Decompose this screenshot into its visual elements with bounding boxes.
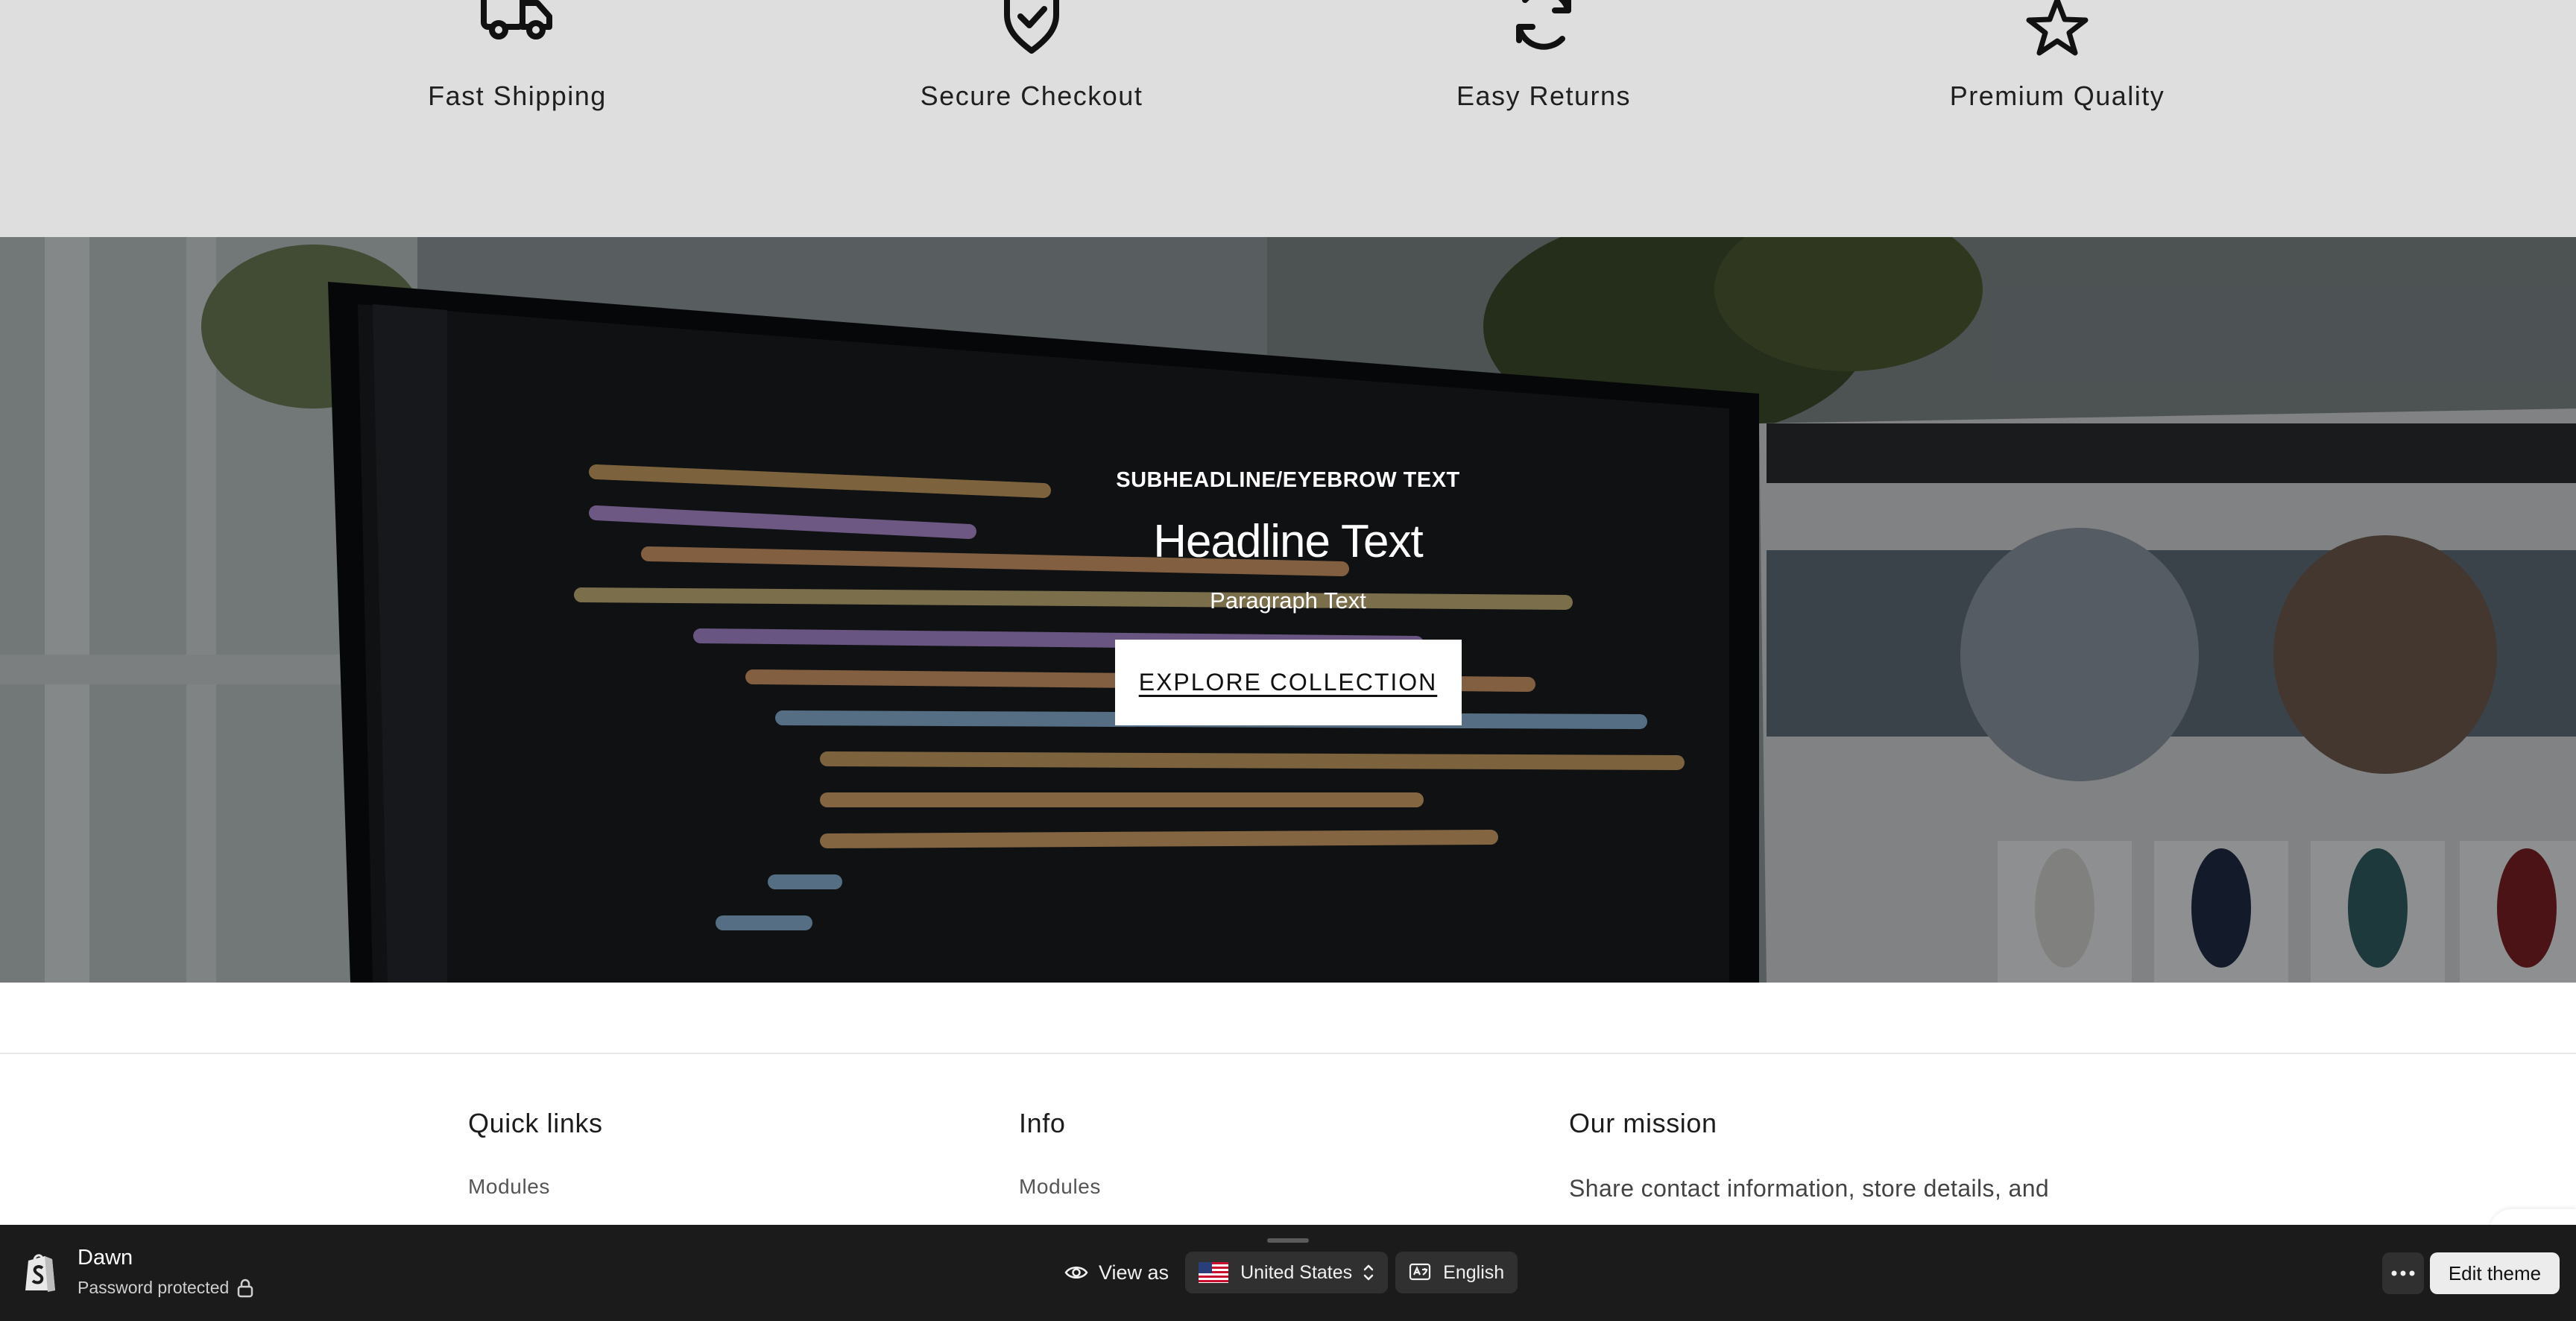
store-info: Dawn Password protected [22, 1246, 254, 1298]
chevron-updown-icon [1363, 1264, 1374, 1281]
hero-banner: SUBHEADLINE/EYEBROW TEXT Headline Text P… [0, 237, 2576, 983]
eye-icon [1064, 1267, 1088, 1279]
view-as-label: View as [1099, 1261, 1169, 1284]
hero-paragraph: Paragraph Text [1210, 587, 1366, 614]
edit-theme-button[interactable]: Edit theme [2430, 1252, 2560, 1294]
footer-quick-links: Quick links Modules [468, 1108, 603, 1199]
footer: Quick links Modules Info Modules Our mis… [0, 983, 2576, 1225]
lock-icon [238, 1279, 253, 1297]
translate-icon [1409, 1263, 1431, 1281]
footer-mission: Our mission Share contact information, s… [1569, 1108, 2049, 1202]
feature-label: Secure Checkout [920, 81, 1143, 111]
shopify-logo-icon [25, 1254, 55, 1292]
language-label: English [1443, 1261, 1505, 1283]
feature-label: Premium Quality [1949, 81, 2165, 111]
mission-text: Share contact information, store details… [1569, 1175, 2050, 1202]
language-selector[interactable]: English [1395, 1252, 1518, 1293]
store-name: Dawn [78, 1246, 133, 1270]
refresh-icon [1516, 0, 1571, 50]
features-strip: Fast Shipping Secure Checkout Easy Retur… [0, 0, 2576, 237]
footer-heading: Our mission [1569, 1108, 1717, 1138]
hero-headline: Headline Text [1153, 516, 1424, 567]
footer-heading: Info [1019, 1108, 1066, 1138]
feature-label: Easy Returns [1456, 81, 1632, 111]
footer-link-modules[interactable]: Modules [468, 1175, 603, 1199]
status-text: Password protected [78, 1278, 230, 1297]
footer-divider [0, 1053, 2576, 1054]
password-status: Password protected [78, 1278, 254, 1298]
feature-label: Fast Shipping [428, 81, 607, 111]
explore-collection-button[interactable]: EXPLORE COLLECTION [1114, 640, 1462, 725]
country-label: United States [1240, 1261, 1353, 1283]
more-options-button[interactable] [2382, 1252, 2424, 1294]
hero-eyebrow: SUBHEADLINE/EYEBROW TEXT [1116, 468, 1460, 492]
drag-handle[interactable] [1267, 1238, 1309, 1243]
truck-icon [481, 0, 552, 40]
store-text: Dawn Password protected [78, 1246, 254, 1298]
us-flag-icon [1199, 1262, 1229, 1283]
footer-info: Info Modules [1019, 1108, 1101, 1199]
view-as: View as [1064, 1261, 1169, 1284]
country-selector[interactable]: United States [1185, 1252, 1389, 1293]
ellipsis-icon [2391, 1270, 2415, 1276]
star-icon [2026, 0, 2089, 56]
preview-controls: View as United States English [1064, 1252, 1525, 1293]
hero-content: SUBHEADLINE/EYEBROW TEXT Headline Text P… [0, 468, 2576, 725]
footer-link-modules[interactable]: Modules [1019, 1175, 1101, 1199]
footer-heading: Quick links [468, 1108, 603, 1138]
theme-preview-bar: Dawn Password protected View as United S… [0, 1225, 2576, 1321]
shield-check-icon [1004, 0, 1059, 54]
